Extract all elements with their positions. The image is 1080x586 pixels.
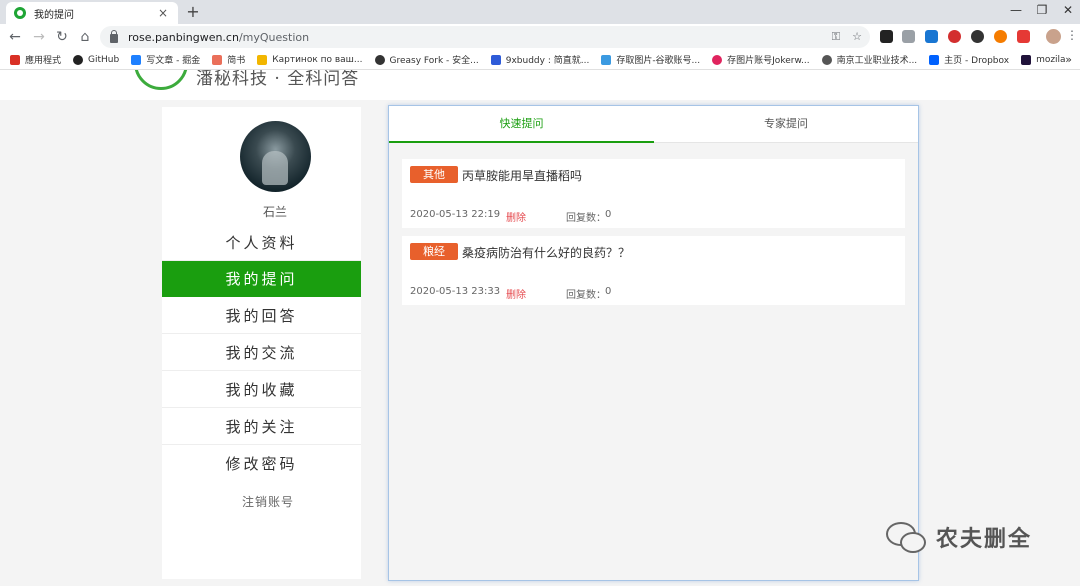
close-window-button[interactable]: ✕: [1058, 3, 1078, 17]
bookmark-item[interactable]: 存取图片-谷歌账号...: [601, 53, 700, 66]
extension-icon[interactable]: [880, 30, 893, 43]
question-tabs: 快速提问 专家提问: [389, 106, 918, 143]
bookmark-item[interactable]: 9xbuddy : 简直就...: [490, 53, 589, 66]
browser-tab-active[interactable]: 我的提问 ×: [6, 2, 178, 24]
sidebar-item-my-follows[interactable]: 我的关注: [162, 409, 361, 445]
tab-title: 我的提问: [34, 9, 74, 21]
bookmark-item[interactable]: Greasy Fork - 安全...: [374, 53, 479, 66]
dropbox-icon: [929, 54, 940, 65]
question-title[interactable]: 桑疫病防治有什么好的良药？？: [462, 244, 630, 261]
question-title[interactable]: 丙草胺能用旱直播稻吗: [462, 167, 582, 184]
bookmark-item[interactable]: 写文章 - 掘金: [131, 53, 200, 66]
sidebar-item-change-password[interactable]: 修改密码: [162, 446, 361, 482]
site-logo[interactable]: [134, 70, 188, 90]
sidebar-item-profile[interactable]: 个人资料: [162, 225, 361, 261]
tab-quick-questions[interactable]: 快速提问: [389, 106, 654, 143]
bookmark-star-icon[interactable]: ☆: [852, 30, 862, 44]
tab-expert-questions[interactable]: 专家提问: [654, 106, 918, 143]
minimize-button[interactable]: —: [1006, 3, 1026, 17]
user-sidebar: 石兰 个人资料 我的提问 我的回答 我的交流 我的收藏 我的关注 修改密码 注销…: [162, 107, 361, 579]
extension-icon[interactable]: [925, 30, 938, 43]
reload-icon[interactable]: ↻: [53, 28, 71, 46]
watermark: 农夫删全: [886, 520, 1032, 554]
lock-icon: [110, 30, 118, 43]
question-category-badge: 其他: [410, 166, 458, 183]
extension-icon[interactable]: [1017, 30, 1030, 43]
bookmarks-bar: 應用程式 GitHub 写文章 - 掘金 简书 Картинок по ваш.…: [0, 50, 1080, 70]
reply-count-value: 0: [605, 209, 612, 220]
pinterest-icon: [712, 54, 723, 65]
address-bar[interactable]: rose.panbingwen.cn /myQuestion ⚿ ☆: [100, 26, 870, 48]
jianshu-icon: [212, 54, 223, 65]
sidebar-item-my-discussions[interactable]: 我的交流: [162, 335, 361, 371]
question-date: 2020-05-13 23:33: [410, 286, 501, 297]
question-card[interactable]: 其他 丙草胺能用旱直播稻吗 2020-05-13 22:19 删除 回复数： 0: [402, 159, 905, 228]
new-tab-button[interactable]: +: [184, 3, 202, 21]
9xbuddy-icon: [490, 54, 501, 65]
power-icon[interactable]: [971, 30, 984, 43]
forward-arrow-icon[interactable]: →: [30, 28, 48, 46]
bookmark-item[interactable]: 應用程式: [10, 53, 61, 66]
reply-count-value: 0: [605, 286, 612, 297]
sidebar-item-my-answers[interactable]: 我的回答: [162, 298, 361, 334]
github-icon: [73, 54, 84, 65]
user-avatar[interactable]: [240, 121, 311, 192]
site-favicon-icon: [14, 7, 26, 19]
apps-icon: [10, 54, 20, 65]
watermark-text: 农夫删全: [936, 527, 1033, 552]
url-path: /myQuestion: [238, 30, 310, 44]
extension-icon[interactable]: [902, 30, 915, 43]
question-category-badge: 粮经: [410, 243, 458, 260]
bookmark-item[interactable]: mozila: [1021, 54, 1066, 65]
bookmark-item[interactable]: 简书: [212, 53, 245, 66]
extension-icon[interactable]: [994, 30, 1007, 43]
browser-toolbar: ← → ↻ ⌂ rose.panbingwen.cn /myQuestion ⚿…: [0, 24, 1080, 50]
google-photos-icon: [601, 54, 612, 65]
browser-tabstrip: 我的提问 × + — ❐ ✕: [0, 0, 1080, 24]
maximize-button[interactable]: ❐: [1032, 3, 1052, 17]
image-search-icon: [257, 54, 268, 65]
bookmark-item[interactable]: Картинок по ваш...: [257, 54, 363, 65]
question-card[interactable]: 粮经 桑疫病防治有什么好的良药？？ 2020-05-13 23:33 删除 回复…: [402, 236, 905, 305]
bookmark-item[interactable]: 南京工业职业技术...: [821, 53, 917, 66]
profile-avatar[interactable]: [1046, 29, 1061, 44]
wechat-icon: [886, 520, 926, 554]
bookmark-item[interactable]: 存图片账号Jokerw...: [712, 53, 810, 66]
bookmarks-more-button[interactable]: »: [1065, 53, 1072, 66]
mozilla-icon: [1021, 54, 1032, 65]
key-icon[interactable]: ⚿: [832, 30, 840, 44]
greasyfork-icon: [374, 54, 385, 65]
question-date: 2020-05-13 22:19: [410, 209, 501, 220]
tab-close-icon[interactable]: ×: [156, 6, 170, 20]
delete-question-link[interactable]: 删除: [506, 209, 526, 224]
reply-count-label: 回复数：: [566, 213, 606, 224]
username: 石兰: [262, 205, 287, 219]
browser-menu-icon[interactable]: ⋮: [1066, 28, 1078, 42]
bookmark-item[interactable]: GitHub: [73, 54, 119, 65]
url-host: rose.panbingwen.cn: [128, 30, 239, 44]
adblock-icon[interactable]: [948, 30, 961, 43]
site-logo-text: 潘秘科技 · 全科问答: [196, 70, 360, 89]
site-header: 潘秘科技 · 全科问答: [0, 70, 1080, 100]
bookmark-item[interactable]: 主页 - Dropbox: [929, 53, 1009, 66]
delete-question-link[interactable]: 删除: [506, 286, 526, 301]
sidebar-item-my-questions[interactable]: 我的提问: [162, 261, 361, 297]
reply-count-label: 回复数：: [566, 290, 606, 301]
globe-icon: [821, 54, 832, 65]
home-icon[interactable]: ⌂: [76, 28, 94, 46]
logout-link[interactable]: 注销账号: [162, 493, 374, 510]
juejin-icon: [131, 54, 142, 65]
sidebar-item-my-favorites[interactable]: 我的收藏: [162, 372, 361, 408]
back-arrow-icon[interactable]: ←: [6, 28, 24, 46]
questions-panel: 快速提问 专家提问 其他 丙草胺能用旱直播稻吗 2020-05-13 22:19…: [388, 105, 919, 581]
